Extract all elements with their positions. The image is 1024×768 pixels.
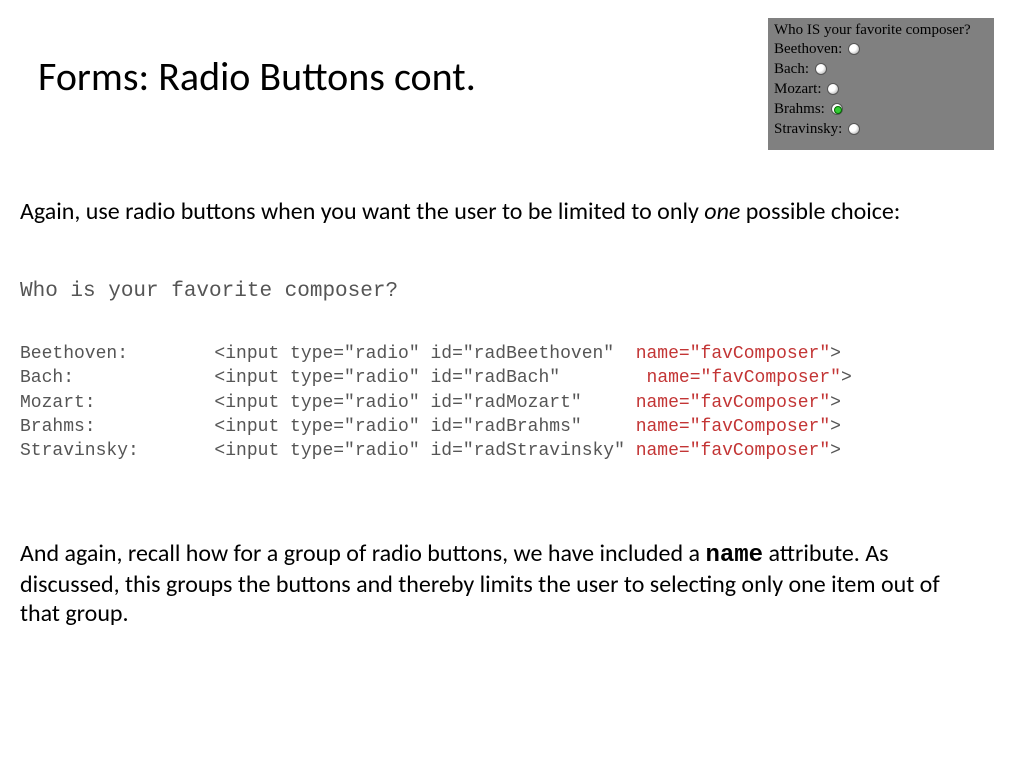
preview-label: Brahms: [774,101,825,118]
preview-row: Stravinsky: [774,119,988,139]
radio-bach[interactable] [815,63,827,75]
intro-em: one [704,197,740,226]
preview-label: Bach: [774,61,809,78]
preview-row: Beethoven: [774,39,988,59]
preview-row: Brahms: [774,99,988,119]
radio-brahms[interactable] [831,103,843,115]
preview-row: Mozart: [774,79,988,99]
radio-stravinsky[interactable] [848,123,860,135]
slide: Forms: Radio Buttons cont. Who IS your f… [0,0,1024,768]
preview-label: Stravinsky: [774,121,842,138]
intro-after: possible choice: [740,197,900,226]
radio-beethoven[interactable] [848,43,860,55]
slide-title: Forms: Radio Buttons cont. [38,52,476,101]
preview-question: Who IS your favorite composer? [774,22,988,39]
radio-mozart[interactable] [827,83,839,95]
intro-text: Again, use radio buttons when you want t… [20,198,980,226]
outro-before: And again, recall how for a group of rad… [20,539,705,568]
preview-label: Mozart: [774,81,821,98]
outro-mono: name [705,542,763,569]
outro-text: And again, recall how for a group of rad… [20,540,980,628]
form-preview: Who IS your favorite composer? Beethoven… [768,18,994,150]
preview-row: Bach: [774,59,988,79]
preview-label: Beethoven: [774,41,842,58]
code-question: Who is your favorite composer? [20,280,398,303]
intro-before: Again, use radio buttons when you want t… [20,197,704,226]
code-block: Beethoven: <input type="radio" id="radBe… [20,342,852,463]
